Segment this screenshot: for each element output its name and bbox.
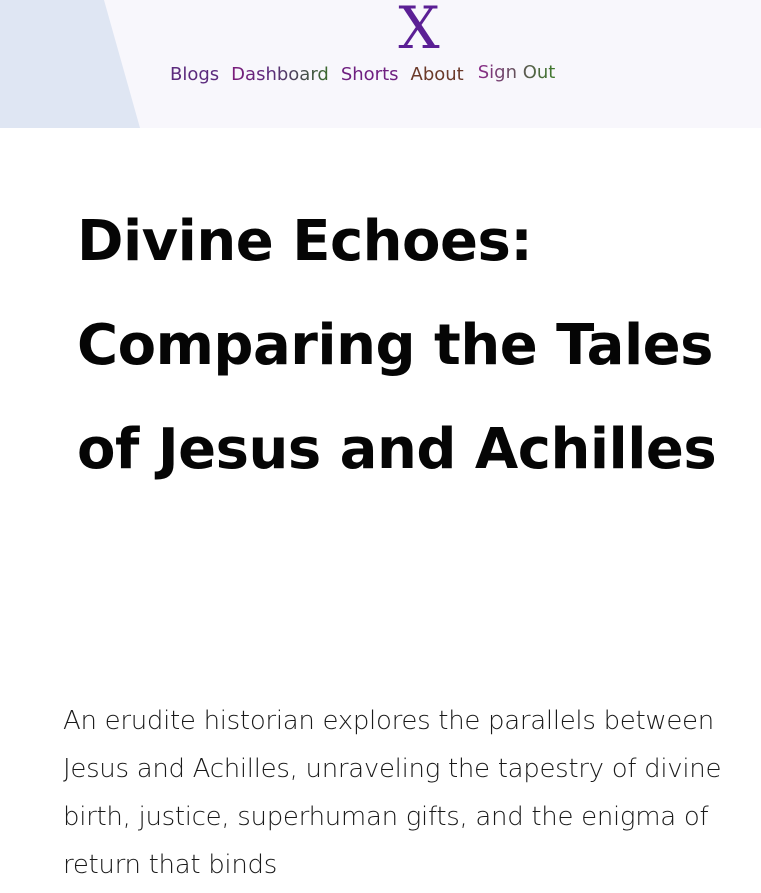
nav-link-shorts[interactable]: Shorts (341, 62, 399, 88)
nav-link-about[interactable]: About (411, 62, 464, 88)
sign-out-link[interactable]: Sign Out (478, 60, 556, 86)
article-intro: An erudite historian explores the parall… (63, 706, 722, 880)
article-title: Divine Echoes: Comparing the Tales of Je… (77, 209, 717, 482)
site-logo[interactable]: X (388, 0, 450, 60)
nav-link-dashboard[interactable]: Dashboard (231, 62, 329, 88)
site-header: X Blogs Dashboard Shorts About Sign Out (0, 0, 761, 128)
nav-link-blogs[interactable]: Blogs (170, 62, 219, 88)
main-nav: Blogs Dashboard Shorts About Sign Out (170, 62, 555, 88)
header-decor-wedge (0, 0, 140, 128)
